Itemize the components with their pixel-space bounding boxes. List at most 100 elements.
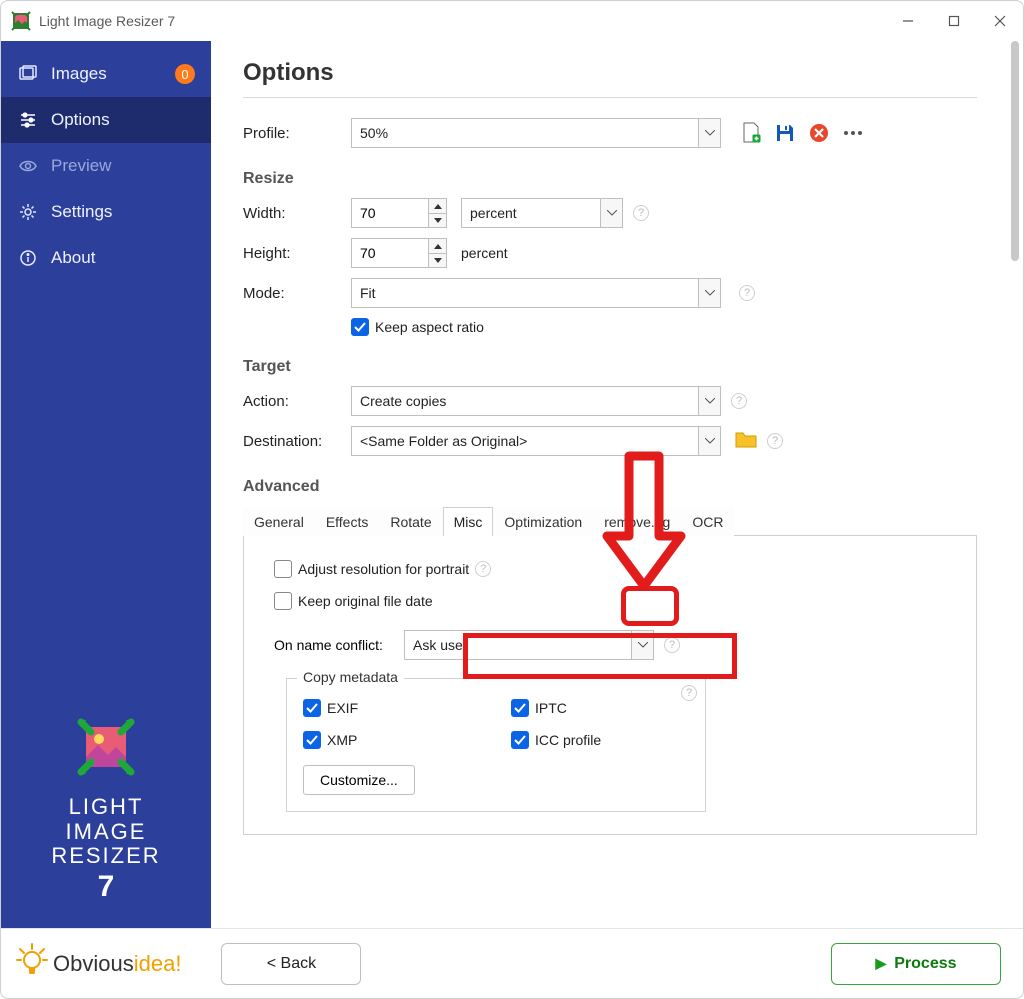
height-unit-label: percent xyxy=(461,245,508,261)
tab-rotate[interactable]: Rotate xyxy=(379,507,442,536)
page-divider xyxy=(243,97,977,98)
product-name-line3: RESIZER xyxy=(51,844,160,868)
keep-original-date-checkbox[interactable]: Keep original file date xyxy=(274,592,954,610)
tab-removebg[interactable]: remove.bg xyxy=(593,507,681,536)
profile-label: Profile: xyxy=(243,125,351,142)
meta-iptc-checkbox[interactable]: IPTC xyxy=(511,699,689,717)
name-conflict-label: On name conflict: xyxy=(274,637,404,653)
product-version: 7 xyxy=(98,870,115,904)
copy-metadata-fieldset: Copy metadata ? EXIF IPTC xyxy=(286,678,706,812)
app-icon xyxy=(11,11,31,31)
sidebar-item-preview[interactable]: Preview xyxy=(1,143,211,189)
advanced-tabs: General Effects Rotate Misc Optimization… xyxy=(243,506,977,536)
width-value: 70 xyxy=(352,199,428,227)
lightbulb-icon xyxy=(15,942,49,985)
help-icon[interactable]: ? xyxy=(664,637,680,653)
process-button-label: Process xyxy=(894,955,956,973)
profile-new-button[interactable] xyxy=(739,121,763,145)
bottom-bar: Obviousidea! < Back ▶ Process xyxy=(1,928,1023,998)
tab-misc[interactable]: Misc xyxy=(443,507,494,536)
chevron-down-icon[interactable] xyxy=(698,279,720,307)
mode-label: Mode: xyxy=(243,285,351,302)
tab-effects[interactable]: Effects xyxy=(315,507,380,536)
action-value: Create copies xyxy=(352,387,698,415)
sliders-icon xyxy=(17,111,39,129)
sidebar-item-label: Preview xyxy=(51,156,111,176)
main-scrollbar-thumb[interactable] xyxy=(1011,41,1019,261)
width-spinner[interactable]: 70 xyxy=(351,198,447,228)
gear-icon xyxy=(17,203,39,221)
profile-combo[interactable]: 50% xyxy=(351,118,721,148)
tab-optimization[interactable]: Optimization xyxy=(493,507,593,536)
meta-iptc-label: IPTC xyxy=(535,700,567,716)
main-panel: Options Profile: 50% xyxy=(211,41,1023,928)
copy-metadata-legend: Copy metadata xyxy=(297,669,404,685)
profile-more-button[interactable] xyxy=(841,121,865,145)
eye-icon xyxy=(17,157,39,175)
app-window: Light Image Resizer 7 Images xyxy=(0,0,1024,999)
height-value: 70 xyxy=(352,239,428,267)
action-combo[interactable]: Create copies xyxy=(351,386,721,416)
keep-aspect-ratio-checkbox[interactable]: Keep aspect ratio xyxy=(351,318,484,336)
sidebar-item-label: Images xyxy=(51,64,107,84)
height-spinner[interactable]: 70 xyxy=(351,238,447,268)
spin-down-icon[interactable] xyxy=(429,213,446,227)
meta-exif-label: EXIF xyxy=(327,700,358,716)
spin-up-icon[interactable] xyxy=(429,239,446,253)
mode-combo[interactable]: Fit xyxy=(351,278,721,308)
name-conflict-combo[interactable]: Ask user xyxy=(404,630,654,660)
height-label: Height: xyxy=(243,245,351,262)
spin-up-icon[interactable] xyxy=(429,199,446,213)
destination-label: Destination: xyxy=(243,433,351,450)
maximize-button[interactable] xyxy=(931,1,977,41)
sidebar-item-options[interactable]: Options xyxy=(1,97,211,143)
meta-xmp-checkbox[interactable]: XMP xyxy=(303,731,481,749)
tab-ocr[interactable]: OCR xyxy=(681,507,734,536)
advanced-tabpanel-misc: Adjust resolution for portrait ? Keep or… xyxy=(243,536,977,835)
help-icon[interactable]: ? xyxy=(767,433,783,449)
target-section-heading: Target xyxy=(243,358,977,376)
sidebar-item-images[interactable]: Images 0 xyxy=(1,51,211,97)
advanced-section-heading: Advanced xyxy=(243,478,977,496)
vendor-brand[interactable]: Obviousidea! xyxy=(15,942,181,985)
keep-aspect-ratio-label: Keep aspect ratio xyxy=(375,319,484,335)
help-icon[interactable]: ? xyxy=(633,205,649,221)
main-scrollbar[interactable] xyxy=(1011,41,1021,928)
help-icon[interactable]: ? xyxy=(681,685,697,701)
meta-icc-checkbox[interactable]: ICC profile xyxy=(511,731,689,749)
profile-delete-button[interactable] xyxy=(807,121,831,145)
help-icon[interactable]: ? xyxy=(731,393,747,409)
width-unit-combo[interactable]: percent xyxy=(461,198,623,228)
info-icon xyxy=(17,249,39,267)
spin-down-icon[interactable] xyxy=(429,253,446,267)
chevron-down-icon[interactable] xyxy=(698,427,720,455)
chevron-down-icon[interactable] xyxy=(698,387,720,415)
vendor-brand-accent: idea! xyxy=(134,951,182,976)
meta-exif-checkbox[interactable]: EXIF xyxy=(303,699,481,717)
destination-combo[interactable]: <Same Folder as Original> xyxy=(351,426,721,456)
browse-folder-button[interactable] xyxy=(735,430,757,453)
sidebar-footer: LIGHT IMAGE RESIZER 7 xyxy=(1,712,211,928)
customize-metadata-button[interactable]: Customize... xyxy=(303,765,415,795)
process-button[interactable]: ▶ Process xyxy=(831,943,1001,985)
width-unit-value: percent xyxy=(462,199,600,227)
minimize-button[interactable] xyxy=(885,1,931,41)
width-label: Width: xyxy=(243,205,351,222)
back-button[interactable]: < Back xyxy=(221,943,361,985)
help-icon[interactable]: ? xyxy=(475,561,491,577)
sidebar-item-label: Options xyxy=(51,110,110,130)
chevron-down-icon[interactable] xyxy=(600,199,622,227)
images-count-badge: 0 xyxy=(175,64,195,84)
sidebar-item-about[interactable]: About xyxy=(1,235,211,281)
titlebar: Light Image Resizer 7 xyxy=(1,1,1023,41)
help-icon[interactable]: ? xyxy=(739,285,755,301)
chevron-down-icon[interactable] xyxy=(698,119,720,147)
chevron-down-icon[interactable] xyxy=(631,631,653,659)
sidebar-item-label: Settings xyxy=(51,202,112,222)
profile-save-button[interactable] xyxy=(773,121,797,145)
sidebar-item-settings[interactable]: Settings xyxy=(1,189,211,235)
tab-general[interactable]: General xyxy=(243,507,315,536)
destination-value: <Same Folder as Original> xyxy=(352,427,698,455)
adjust-resolution-portrait-checkbox[interactable]: Adjust resolution for portrait ? xyxy=(274,560,954,578)
close-button[interactable] xyxy=(977,1,1023,41)
